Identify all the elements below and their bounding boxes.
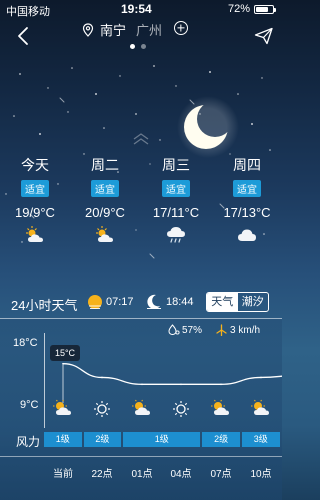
partly-sunny-icon (26, 226, 43, 242)
suitability-badge: 适宜 (162, 180, 190, 197)
page-dot-active (130, 44, 135, 49)
suitability-badge: 适宜 (91, 180, 119, 197)
forecast-day-name: 周三 (162, 157, 190, 173)
tab-weather[interactable]: 天气 (207, 293, 238, 311)
share-icon[interactable] (254, 27, 274, 45)
temperature-point (180, 383, 182, 386)
crescent-moon-icon (177, 96, 239, 158)
top-bar: 南宁 广州 (0, 18, 282, 54)
hourly-title: 24小时天气 (11, 298, 78, 313)
forecast-temp: 20/9°C (85, 205, 125, 220)
tab-tide[interactable]: 潮汐 (238, 293, 269, 311)
suitability-badge: 适宜 (21, 180, 49, 197)
add-city-icon[interactable] (174, 21, 188, 35)
temperature-point (220, 383, 222, 386)
partly-sunny-icon (132, 399, 150, 415)
hour-label: 07点 (210, 469, 232, 480)
daily-forecast: 今天 适宜 19/9°C 周二 适宜 20/9°C 周三 适宜 17/11°C … (0, 155, 282, 250)
partly-sunny-icon (211, 399, 229, 415)
swipe-up-chevron-icon (133, 133, 149, 145)
sunrise-time: 07:17 (106, 296, 134, 308)
hourly-header: 24小时天气 07:17 18:44 天气 潮汐 (0, 292, 282, 314)
forecast-temp: 17/11°C (152, 205, 200, 220)
temperature-point (62, 362, 64, 365)
location-pin-icon (82, 22, 94, 37)
status-bar: 中国移动 19:54 72% (0, 0, 282, 18)
wind-force-segment: 3级 (242, 432, 280, 447)
hour-label: 01点 (131, 469, 153, 480)
forecast-day[interactable]: 今天 适宜 19/9°C (10, 155, 60, 250)
temperature-point (260, 376, 262, 379)
city-tab-other[interactable]: 广州 (136, 20, 162, 39)
sunset-moon-icon (147, 294, 161, 309)
sunrise-icon (88, 295, 102, 309)
temperature-point (101, 376, 103, 379)
hour-label: 10点 (250, 469, 272, 480)
battery-percent: 72% (227, 3, 250, 15)
status-right: 72% (227, 3, 276, 15)
temperature-series-line (62, 363, 282, 385)
forecast-day-name: 周四 (233, 157, 261, 173)
partly-sunny-icon (96, 226, 113, 242)
hour-label: 22点 (91, 469, 113, 480)
hour-axis-labels: 当前 22点 01点 04点 07点 10点 (0, 465, 282, 480)
back-arrow-icon[interactable] (14, 25, 34, 47)
sunset-time: 18:44 (166, 296, 194, 308)
clock: 19:54 (121, 2, 152, 16)
city-tab-active[interactable]: 南宁 (100, 20, 126, 39)
cloud-icon (238, 229, 256, 241)
forecast-temp: 19/9°C (15, 205, 55, 220)
wind-force-segment: 1级 (123, 432, 201, 447)
partly-sunny-icon (251, 399, 269, 415)
forecast-temp: 17/13°C (223, 205, 271, 220)
sun-icon (173, 401, 189, 417)
page-indicator (130, 44, 146, 49)
battery-icon (254, 4, 276, 14)
wind-force-label: 风力 (16, 435, 41, 449)
rain-cloud-icon (167, 227, 185, 243)
weather-tide-toggle: 天气 潮汐 (206, 292, 269, 312)
hour-axis-line (0, 456, 282, 457)
forecast-day[interactable]: 周二 适宜 20/9°C (80, 155, 130, 250)
forecast-day-name: 今天 (21, 157, 49, 173)
city-switcher: 南宁 广州 (82, 20, 162, 39)
partly-sunny-icon (53, 399, 71, 415)
temperature-line-chart (53, 362, 282, 417)
hour-label: 04点 (170, 469, 192, 480)
forecast-day[interactable]: 周四 适宜 17/13°C (222, 155, 272, 250)
forecast-day[interactable]: 周三 适宜 17/11°C (151, 155, 201, 250)
temperature-point (141, 383, 143, 386)
forecast-day-name: 周二 (91, 157, 119, 173)
carrier-label: 中国移动 (6, 6, 50, 18)
sun-icon (94, 401, 110, 417)
page-dot (141, 44, 146, 49)
wind-force-segment: 2级 (202, 432, 240, 447)
wind-force-segment: 2级 (83, 432, 122, 447)
wind-force-segment: 1级 (44, 432, 82, 447)
suitability-badge: 适宜 (233, 180, 261, 197)
hour-label: 当前 (53, 469, 73, 480)
wind-force-row: 风力 1级 2级 1级 2级 3级 (0, 431, 282, 449)
